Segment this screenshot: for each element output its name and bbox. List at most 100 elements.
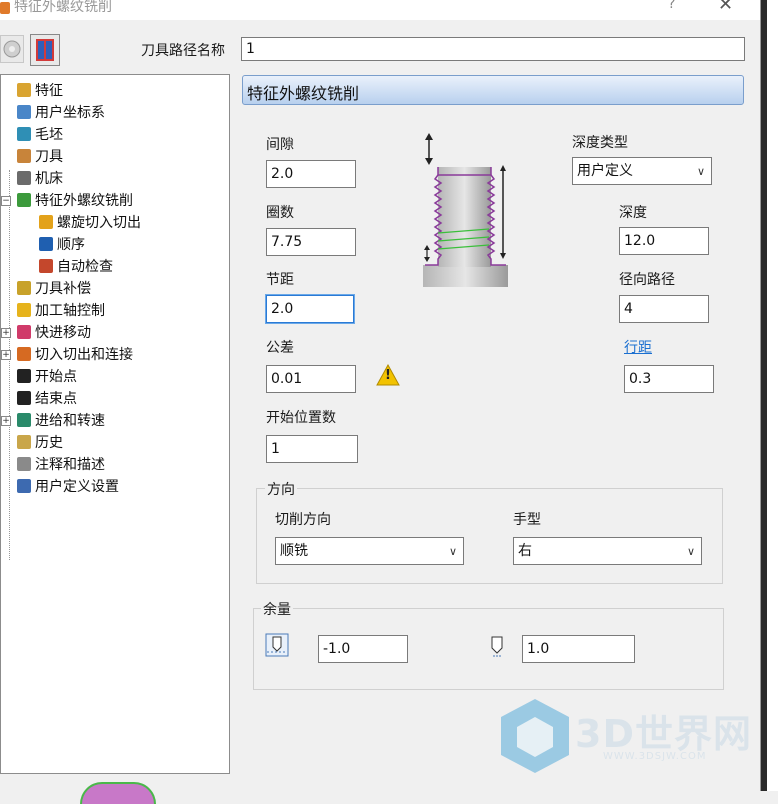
title-bar: 特征外螺纹铣削 ? ✕ (0, 0, 760, 20)
stock-icon (17, 127, 31, 141)
handedness-value: 右 (518, 543, 532, 559)
watermark-url: WWW.3DSJW.COM (603, 751, 707, 762)
clearance-input[interactable]: 2.0 (266, 160, 356, 188)
leads-links-icon (17, 347, 31, 361)
tree-item-auto-check[interactable]: 自动检查 (39, 257, 113, 277)
tree-item-ucs[interactable]: 用户坐标系 (17, 103, 105, 123)
cut-direction-select[interactable]: 顺铣 ∨ (275, 537, 464, 565)
start-point-icon (17, 369, 31, 383)
tree-item-label: 刀具补偿 (35, 281, 91, 297)
toolpath-name-input[interactable]: 1 (241, 37, 745, 61)
tree-guide-line (9, 170, 10, 560)
radial-paths-input[interactable]: 4 (619, 295, 709, 323)
helix-lead-icon (39, 215, 53, 229)
clearance-label: 间隙 (266, 137, 294, 153)
direction-group-title: 方向 (265, 479, 297, 499)
tree-item-leads-links[interactable]: + 切入切出和连接 (1, 345, 133, 365)
strategy-selector-button[interactable] (0, 35, 24, 63)
tree-item-label: 切入切出和连接 (35, 347, 133, 363)
radial-allowance-icon[interactable] (265, 633, 289, 657)
tree-item-label: 注释和描述 (35, 457, 105, 473)
tool-comp-icon (17, 281, 31, 295)
tree-item-feeds-speeds[interactable]: + 进给和转速 (1, 411, 105, 431)
feeds-speeds-icon (17, 413, 31, 427)
tree-item-user-settings[interactable]: 用户定义设置 (17, 477, 119, 497)
tree-item-stock[interactable]: 毛坯 (17, 125, 63, 145)
pitch-label: 节距 (266, 272, 294, 288)
watermark-text: 3D世界网 (575, 712, 752, 756)
tree-item-start-point[interactable]: 开始点 (17, 367, 77, 387)
rapid-move-icon (17, 325, 31, 339)
tolerance-input[interactable]: 0.01 (266, 365, 356, 393)
expand-toggle[interactable]: + (1, 328, 11, 338)
warning-icon[interactable]: ! (376, 363, 400, 386)
cube-logo-icon (501, 699, 569, 773)
tree-item-label: 机床 (35, 171, 63, 187)
tree-item-tool-comp[interactable]: 刀具补偿 (17, 279, 91, 299)
tree-item-label: 自动检查 (57, 259, 113, 275)
depth-input[interactable]: 12.0 (619, 227, 709, 255)
axial-allowance-icon[interactable] (489, 634, 505, 660)
tree-item-label: 开始点 (35, 369, 77, 385)
tree-item-label: 特征 (35, 83, 63, 99)
tree-item-label: 顺序 (57, 237, 85, 253)
tree-item-end-point[interactable]: 结束点 (17, 389, 77, 409)
tree-item-feature[interactable]: 特征 (17, 81, 63, 101)
tree-item-machine[interactable]: 机床 (17, 169, 63, 189)
cut-direction-value: 顺铣 (280, 543, 308, 559)
tool-icon (17, 149, 31, 163)
feature-icon (17, 83, 31, 97)
depth-label: 深度 (619, 205, 647, 221)
allowance-group-title: 余量 (261, 599, 293, 619)
preview-toolpath-button[interactable] (30, 34, 60, 66)
tree-item-label: 刀具 (35, 149, 63, 165)
thread-diagram-image (423, 165, 508, 287)
tree-item-label: 用户坐标系 (35, 105, 105, 121)
tree-item-thread-milling[interactable]: − 特征外螺纹铣削 (1, 191, 133, 211)
start-positions-input[interactable]: 1 (266, 435, 358, 463)
handedness-select[interactable]: 右 ∨ (513, 537, 702, 565)
radial-allowance-input[interactable]: -1.0 (318, 635, 408, 663)
pitch-input[interactable]: 2.0 (265, 294, 355, 324)
clearance-arrow-icon (425, 133, 433, 165)
tree-item-notes[interactable]: 注释和描述 (17, 455, 105, 475)
turns-input[interactable]: 7.75 (266, 228, 356, 256)
order-icon (39, 237, 53, 251)
tree-item-history[interactable]: 历史 (17, 433, 63, 453)
page-title: 特征外螺纹铣削 (247, 84, 360, 103)
stepover-link[interactable]: 行距 (624, 337, 652, 357)
stepover-input[interactable]: 0.3 (624, 365, 714, 393)
help-button[interactable]: ? (668, 0, 675, 12)
chevron-down-icon: ∨ (686, 545, 695, 558)
history-icon (17, 435, 31, 449)
tree-item-label: 历史 (35, 435, 63, 451)
handedness-label: 手型 (513, 512, 541, 528)
expand-toggle[interactable]: + (1, 416, 11, 426)
axis-control-icon (17, 303, 31, 317)
chevron-down-icon: ∨ (448, 545, 457, 558)
tree-item-label: 结束点 (35, 391, 77, 407)
background-app-strip (760, 0, 778, 791)
end-point-icon (17, 391, 31, 405)
chevron-down-icon: ∨ (696, 165, 705, 178)
tree-item-axis-control[interactable]: 加工轴控制 (17, 301, 105, 321)
expand-toggle[interactable]: + (1, 350, 11, 360)
notes-icon (17, 457, 31, 471)
warning-glyph: ! (385, 368, 391, 383)
collapse-toggle[interactable]: − (1, 196, 11, 206)
radial-paths-label: 径向路径 (619, 272, 675, 288)
tree-item-tool[interactable]: 刀具 (17, 147, 63, 167)
depth-type-select[interactable]: 用户定义 ∨ (572, 157, 712, 185)
tree-item-order[interactable]: 顺序 (39, 235, 85, 255)
axial-allowance-input[interactable]: 1.0 (522, 635, 635, 663)
tree-item-helix-lead[interactable]: 螺旋切入切出 (39, 213, 141, 233)
depth-type-value: 用户定义 (577, 163, 633, 179)
watermark-logo: 3D世界网 WWW.3DSJW.COM (495, 695, 755, 785)
tree-item-rapid-move[interactable]: + 快进移动 (1, 323, 91, 343)
toolpath-preview-thumbnail (80, 782, 156, 804)
user-settings-icon (17, 479, 31, 493)
toolpath-preview-icon (36, 39, 54, 61)
ucs-icon (17, 105, 31, 119)
close-button[interactable]: ✕ (718, 0, 733, 15)
tolerance-label: 公差 (266, 340, 294, 356)
